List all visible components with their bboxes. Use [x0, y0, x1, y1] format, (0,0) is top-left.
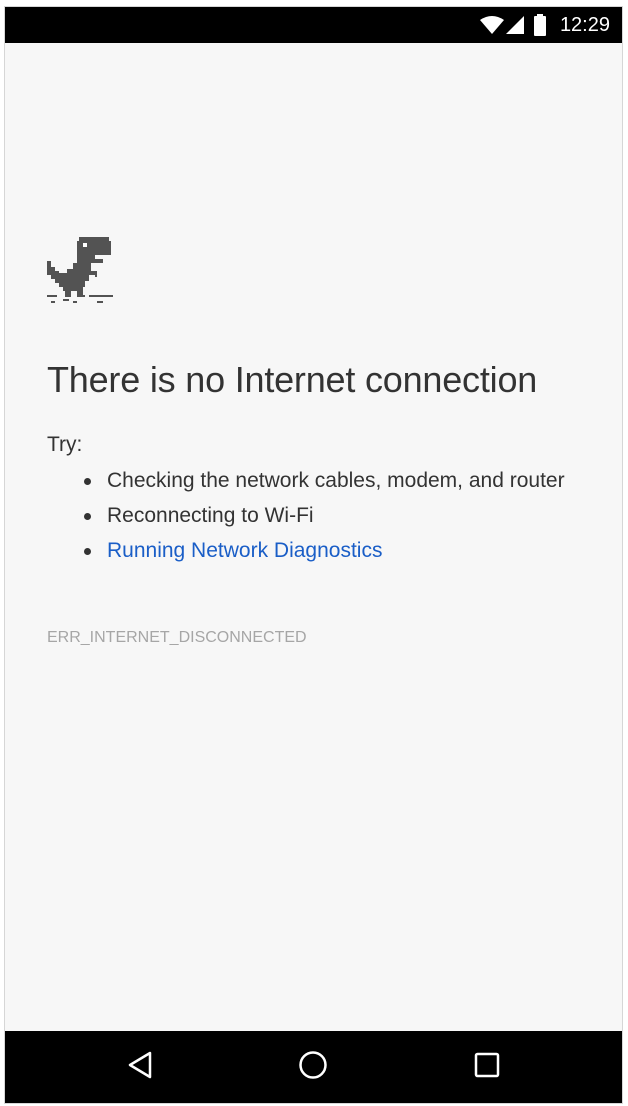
back-icon	[127, 1051, 153, 1084]
try-label: Try:	[47, 433, 83, 456]
recents-icon	[474, 1052, 500, 1083]
back-button[interactable]	[104, 1031, 176, 1103]
navigation-bar	[5, 1031, 622, 1103]
list-item: Checking the network cables, modem, and …	[84, 463, 577, 498]
wifi-icon	[479, 16, 504, 34]
home-button[interactable]	[277, 1031, 349, 1103]
status-icons: 12:29	[479, 7, 610, 43]
cell-signal-icon	[505, 16, 524, 34]
status-clock: 12:29	[559, 13, 610, 36]
phone-screen: 12:29 There is no Internet connection Tr…	[4, 6, 623, 1104]
network-diagnostics-link[interactable]: Running Network Diagnostics	[107, 539, 382, 562]
battery-icon	[533, 14, 546, 36]
home-icon	[298, 1050, 328, 1085]
suggestion-list: Checking the network cables, modem, and …	[84, 463, 577, 568]
error-code: ERR_INTERNET_DISCONNECTED	[47, 629, 307, 646]
error-page: There is no Internet connection Try: Che…	[5, 43, 622, 1033]
list-item: Running Network Diagnostics	[84, 533, 577, 568]
recents-button[interactable]	[451, 1031, 523, 1103]
list-item: Reconnecting to Wi-Fi	[84, 498, 577, 533]
page-title: There is no Internet connection	[47, 359, 538, 400]
status-bar: 12:29	[5, 7, 622, 43]
offline-dinosaur-icon	[47, 237, 117, 312]
